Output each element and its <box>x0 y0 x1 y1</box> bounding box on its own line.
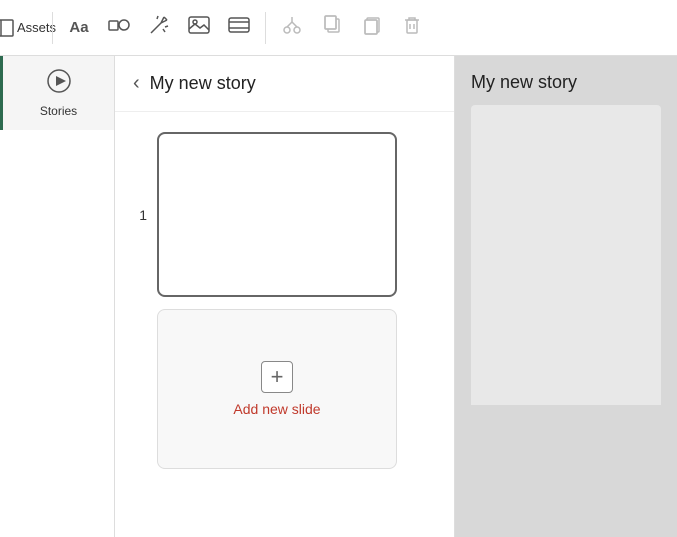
copy-button[interactable] <box>314 10 350 46</box>
panel-slides-list: 1 + Add new slide <box>115 112 454 489</box>
sidebar-item-stories[interactable]: Stories <box>0 56 114 130</box>
panel-back-button[interactable]: ‹ <box>131 70 142 97</box>
cut-button[interactable] <box>274 10 310 46</box>
magic-tool-button[interactable] <box>141 10 177 46</box>
add-new-slide-button[interactable]: + Add new slide <box>157 309 397 469</box>
delete-icon <box>402 15 422 40</box>
canvas-story-title: My new story <box>471 72 661 93</box>
image-tool-icon <box>188 16 210 39</box>
canvas-area: My new story <box>455 56 677 537</box>
slide-number-1: 1 <box>131 207 147 223</box>
media-tool-icon <box>228 17 250 38</box>
cut-icon <box>282 15 302 40</box>
panel-header: ‹ My new story <box>115 56 454 112</box>
stories-panel: ‹ My new story 1 + Add new slide <box>115 56 455 537</box>
delete-button[interactable] <box>394 10 430 46</box>
canvas-slide-preview <box>471 105 661 405</box>
main-content: Stories ‹ My new story 1 + Add new slide <box>0 56 677 537</box>
stories-icon <box>46 68 72 100</box>
sidebar: Stories <box>0 56 115 537</box>
toolbar: Assets Aa <box>0 0 677 56</box>
assets-panel-button[interactable]: Assets <box>8 10 44 46</box>
slide-thumbnail-1[interactable] <box>157 132 397 297</box>
toolbar-divider-2 <box>265 12 266 44</box>
copy-icon <box>322 15 342 40</box>
assets-label: Assets <box>17 20 56 35</box>
paste-button[interactable] <box>354 10 390 46</box>
add-slide-plus-icon: + <box>261 361 293 393</box>
media-tool-button[interactable] <box>221 10 257 46</box>
sidebar-item-stories-label: Stories <box>40 104 77 118</box>
add-slide-label: Add new slide <box>233 401 320 417</box>
shapes-tool-icon <box>108 15 130 40</box>
back-chevron-icon: ‹ <box>133 72 140 95</box>
magic-tool-icon <box>149 15 169 40</box>
image-tool-button[interactable] <box>181 10 217 46</box>
toolbar-divider-1 <box>52 12 53 44</box>
text-tool-icon: Aa <box>69 19 88 36</box>
text-tool-button[interactable]: Aa <box>61 10 97 46</box>
shapes-tool-button[interactable] <box>101 10 137 46</box>
slide-row-1: 1 <box>131 132 438 297</box>
assets-panel-icon: Assets <box>0 19 56 37</box>
paste-icon <box>362 15 382 40</box>
panel-title: My new story <box>150 73 256 94</box>
